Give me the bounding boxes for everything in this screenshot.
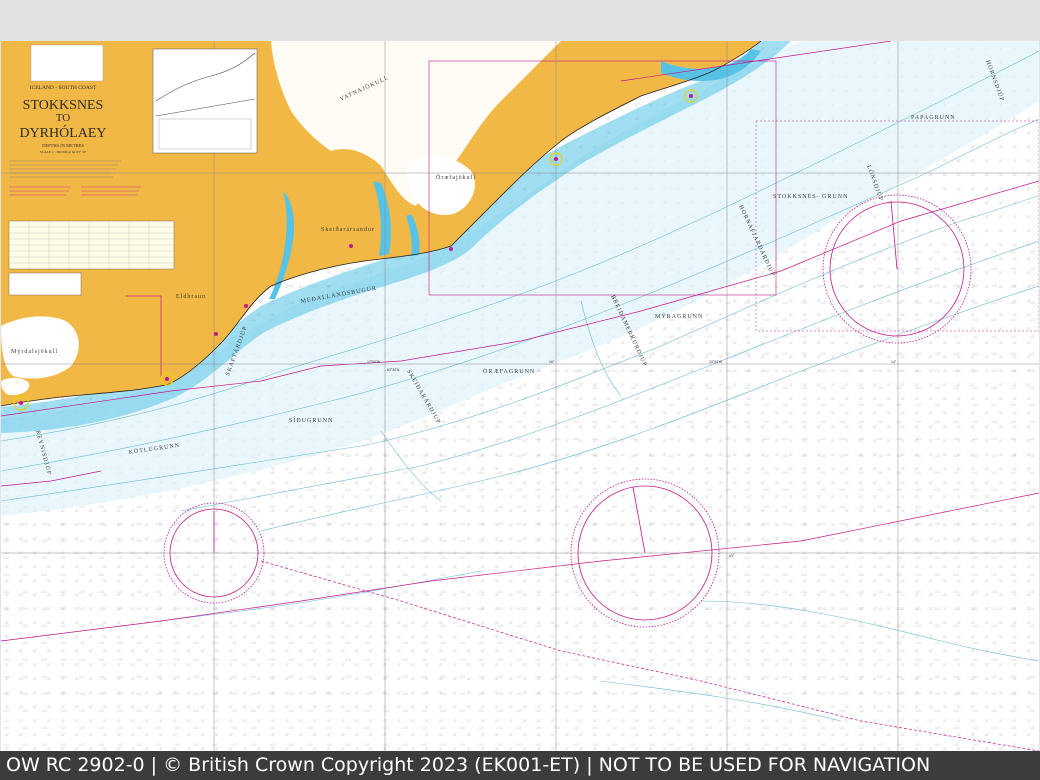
label-stokksnesgrunn: STOKKSNES- GRUNN	[773, 194, 848, 200]
label-sidugrunn: SÍÐUGRUNN	[289, 416, 333, 424]
latitude-label-6330n: 63°30'N	[387, 368, 400, 372]
top-bar	[0, 0, 1040, 40]
chart-title-line3: DYRHÓLAEY	[19, 124, 106, 141]
title-block-margin-white	[30, 44, 104, 82]
chart-region-label: ICELAND - SOUTH COAST	[30, 85, 97, 91]
label-papagrunn: PAPAGRUNN	[911, 115, 956, 121]
label-oraefagrunn: ÖRÆFAGRUNN	[483, 368, 535, 375]
label-myrdalsjokull: Mýrdalsjökull	[11, 349, 58, 355]
label-skeidararsandur: Skeiðarársandur	[321, 226, 375, 233]
scale-note: SCALE 1 : 300 000 at lat 63° 50'	[40, 150, 87, 154]
longitude-label-17w: 17°00'W	[367, 360, 381, 364]
latitude-label-63: 63°	[729, 554, 735, 558]
label-oraefajokull: Öræfajökull	[436, 174, 476, 181]
label-myragrunn: MÝRAGRUNN	[655, 312, 703, 320]
depths-note: DEPTHS IN METRES	[42, 143, 84, 148]
nautical-chart[interactable]: .37 143	[1, 41, 1039, 751]
chart-svg: .37 143	[1, 41, 1039, 751]
source-diagram-box	[152, 48, 258, 154]
chart-title-line2: TO	[56, 112, 71, 124]
longitude-label-16: 16°	[549, 360, 555, 364]
label-eldhraun: Eldhraun	[176, 294, 206, 300]
chart-title-line1: STOKKSNES	[23, 98, 104, 113]
footer-copyright: OW RC 2902-0 | © British Crown Copyright…	[0, 751, 1040, 780]
longitude-label-14: 14°	[891, 360, 897, 364]
longitude-label-15w: 15°00'W	[709, 360, 723, 364]
